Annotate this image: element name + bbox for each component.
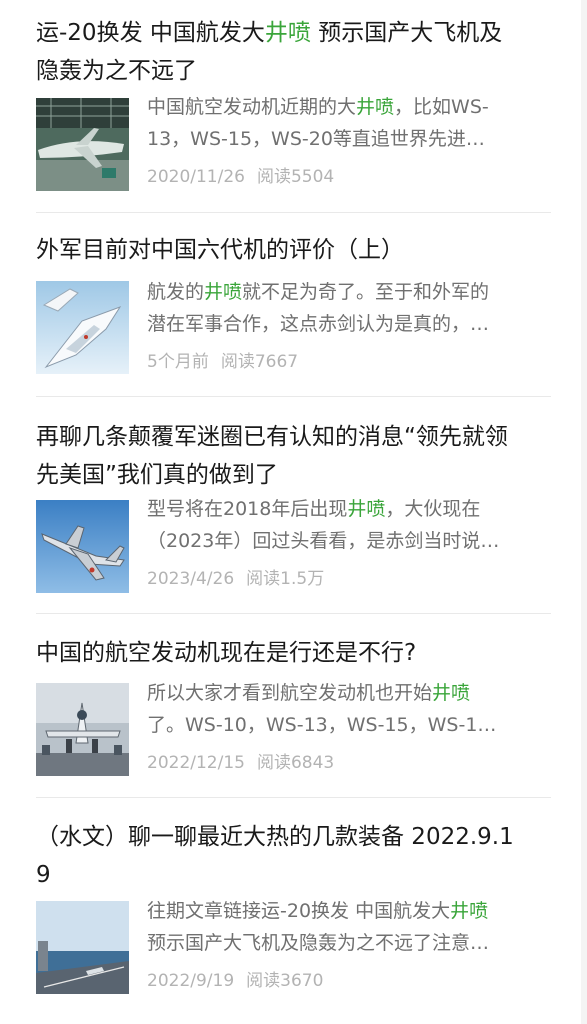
snippet-line: 所以大家才看到航空发动机也开始井喷 [147, 677, 551, 709]
snippet-line: 中国航空发动机近期的大井喷，比如WS- [147, 91, 551, 123]
snippet-line: 型号将在2018年后出现井喷，大伙现在 [147, 493, 551, 525]
snippet-text: 所以大家才看到航空发动机也开始 [147, 682, 433, 704]
snippet-text: 往期文章链接运-20换发 中国航发大 [147, 900, 451, 922]
article-snippet[interactable]: 航发的井喷就不足为奇了。至于和外军的潜在军事合作，这点赤剑认为是真的，… [147, 276, 551, 340]
snippet-text: 13，WS-15，WS-20等直追世界先进… [147, 128, 485, 150]
title-line: （水文）聊一聊最近大热的几款装备 2022.9.1 [36, 818, 551, 856]
article-divider [36, 797, 551, 798]
publish-date: 2022/9/19 [147, 971, 235, 991]
article-snippet[interactable]: 中国航空发动机近期的大井喷，比如WS- 13，WS-15，WS-20等直追世界先进… [147, 91, 551, 155]
read-count: 阅读1.5万 [246, 569, 325, 589]
snippet-line: （2023年）回过头看看，是赤剑当时说… [147, 525, 551, 557]
read-count: 阅读3670 [246, 971, 324, 991]
title-text: 外军目前对中国六代机的评价（上） [36, 237, 404, 263]
keyword-highlight: 井喷 [432, 682, 471, 704]
title-line: 先美国”我们真的做到了 [36, 456, 551, 494]
snippet-line: 航发的井喷就不足为奇了。至于和外军的 [147, 276, 551, 308]
article-title[interactable]: 运-20换发 中国航发大井喷 预示国产大飞机及隐轰为之不远了 [36, 14, 551, 90]
title-text: 9 [36, 862, 51, 888]
article-divider [36, 212, 551, 213]
publish-date: 2022/12/15 [147, 753, 245, 773]
snippet-line: 预示国产大飞机及隐轰为之不远了注意… [147, 927, 551, 959]
publish-date: 2020/11/26 [147, 167, 245, 187]
article-meta: 5个月前 阅读7667 [147, 350, 298, 374]
aircraft-hangar-thumbnail[interactable] [36, 98, 129, 191]
article-title[interactable]: （水文）聊一聊最近大热的几款装备 2022.9.1 9 [36, 818, 551, 894]
title-text: 再聊几条颠覆军迷圈已有认知的消息“领先就领 [36, 424, 508, 450]
snippet-line: 潜在军事合作，这点赤剑认为是真的，… [147, 308, 551, 340]
title-text: 中国的航空发动机现在是行还是不行? [36, 640, 417, 666]
article-meta: 2020/11/26 阅读5504 [147, 165, 334, 189]
snippet-text: 就不足为奇了。至于和外军的 [242, 281, 490, 303]
jet-display-thumbnail[interactable] [36, 683, 129, 776]
keyword-highlight: 井喷 [264, 20, 311, 46]
title-line: 中国的航空发动机现在是行还是不行? [36, 634, 551, 672]
snippet-line: 了。WS-10，WS-13，WS-15，WS-1… [147, 709, 551, 741]
article-divider [36, 396, 551, 397]
snippet-line: 往期文章链接运-20换发 中国航发大井喷 [147, 895, 551, 927]
title-line: 运-20换发 中国航发大井喷 预示国产大飞机及 [36, 14, 551, 52]
keyword-highlight: 井喷 [450, 900, 489, 922]
fighter-jet-sky-thumbnail[interactable] [36, 500, 129, 593]
snippet-text: 预示国产大飞机及隐轰为之不远了注意… [147, 932, 490, 954]
snippet-text: 型号将在2018年后出现 [147, 498, 348, 520]
article-divider [36, 613, 551, 614]
snippet-text: 中国航空发动机近期的大 [147, 96, 357, 118]
snippet-text: （2023年）回过头看看，是赤剑当时说… [147, 530, 500, 552]
title-text: 先美国”我们真的做到了 [36, 462, 278, 488]
article-title[interactable]: 外军目前对中国六代机的评价（上） [36, 231, 551, 269]
article-meta: 2023/4/26 阅读1.5万 [147, 567, 324, 591]
title-text: 隐轰为之不远了 [36, 58, 197, 84]
read-count: 阅读6843 [256, 753, 335, 773]
article-meta: 2022/9/19 阅读3670 [147, 969, 323, 993]
article-snippet[interactable]: 所以大家才看到航空发动机也开始井喷了。WS-10，WS-13，WS-15，WS-… [147, 677, 551, 741]
snippet-text: 潜在军事合作，这点赤剑认为是真的，… [147, 313, 490, 335]
publish-date: 5个月前 [147, 352, 209, 372]
carrier-deck-thumbnail[interactable] [36, 901, 129, 994]
read-count: 阅读7667 [220, 352, 299, 372]
title-text: 预示国产大飞机及 [310, 20, 503, 46]
snippet-text: 航发的 [147, 281, 205, 303]
snippet-text: 了。WS-10，WS-13，WS-15，WS-1… [147, 714, 497, 736]
keyword-highlight: 井喷 [204, 281, 243, 303]
title-line: 再聊几条颠覆军迷圈已有认知的消息“领先就领 [36, 418, 551, 456]
title-text: （水文）聊一聊最近大热的几款装备 2022.9.1 [36, 824, 514, 850]
article-meta: 2022/12/15 阅读6843 [147, 751, 334, 775]
sixth-gen-fighter-thumbnail[interactable] [36, 281, 129, 374]
title-text: 运-20换发 中国航发大 [36, 20, 265, 46]
scroll-edge [581, 0, 587, 1024]
article-title[interactable]: 再聊几条颠覆军迷圈已有认知的消息“领先就领 先美国”我们真的做到了 [36, 418, 551, 494]
article-search-results: 运-20换发 中国航发大井喷 预示国产大飞机及 隐轰为之不远了 中国航空发动机近期的… [0, 0, 587, 1024]
article-snippet[interactable]: 型号将在2018年后出现井喷，大伙现在 （2023年）回过头看看，是赤剑当时说… [147, 493, 551, 557]
keyword-highlight: 井喷 [347, 498, 386, 520]
article-title[interactable]: 中国的航空发动机现在是行还是不行? [36, 634, 551, 672]
keyword-highlight: 井喷 [356, 96, 395, 118]
snippet-line: 13，WS-15，WS-20等直追世界先进… [147, 123, 551, 155]
snippet-text: ，大伙现在 [385, 498, 481, 520]
title-line: 外军目前对中国六代机的评价（上） [36, 231, 551, 269]
snippet-text: ，比如WS- [394, 96, 489, 118]
title-line: 9 [36, 856, 551, 894]
title-line: 隐轰为之不远了 [36, 52, 551, 90]
article-snippet[interactable]: 往期文章链接运-20换发 中国航发大井喷预示国产大飞机及隐轰为之不远了注意… [147, 895, 551, 959]
read-count: 阅读5504 [256, 167, 335, 187]
publish-date: 2023/4/26 [147, 569, 235, 589]
